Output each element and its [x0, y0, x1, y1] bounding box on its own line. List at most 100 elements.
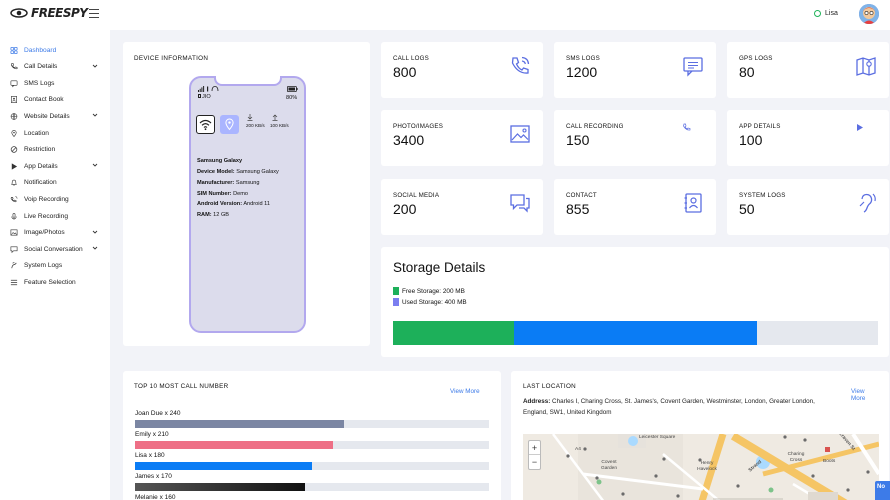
device-detail-value: Android 11	[243, 201, 270, 208]
stat-value: 3400	[393, 132, 425, 148]
stat-value: 80	[739, 64, 755, 80]
brand-logo[interactable]: FREESPY	[10, 6, 88, 20]
device-detail-value: Demo	[233, 190, 248, 197]
device-name: Samsung Galaxy	[197, 158, 243, 164]
user-status[interactable]: Lisa	[814, 10, 838, 17]
message-icon	[10, 79, 18, 88]
sidebar-item-live-recording[interactable]: Live Recording	[10, 209, 102, 223]
sidebar-item-notification[interactable]: Notification	[10, 176, 102, 190]
used-storage-legend: Used Storage: 400 MB	[393, 298, 467, 306]
stat-card-contact[interactable]: CONTACT 855	[554, 179, 716, 235]
stat-label: SMS LOGS	[566, 55, 600, 62]
list-icon	[10, 278, 18, 286]
sidebar-item-label: Voip Recording	[24, 195, 69, 203]
stat-card-call-recording[interactable]: CALL RECORDING 150	[554, 110, 716, 166]
call-number-label: Melanie x 160	[135, 494, 176, 500]
stat-card-sms-logs[interactable]: SMS LOGS 1200	[554, 42, 716, 98]
location-view-more-link[interactable]: View More	[851, 388, 871, 402]
call-count-bar	[135, 462, 312, 470]
sidebar-item-voip-recording[interactable]: Voip Recording	[10, 192, 102, 206]
device-detail-value: 12 GB	[213, 212, 230, 219]
stat-card-photo-images[interactable]: PHOTO/IMAGES 3400	[381, 110, 543, 166]
zoom-in-button[interactable]: +	[529, 441, 540, 455]
location-pin-icon	[225, 118, 234, 131]
contact-book-icon	[10, 96, 18, 104]
stat-card-social-media[interactable]: SOCIAL MEDIA 200	[381, 179, 543, 235]
device-detail-row: SIM Number: Demo	[197, 191, 248, 197]
map-label-leicester: Leicester Square	[639, 435, 676, 440]
location-toggle[interactable]	[220, 115, 239, 134]
zoom-out-button[interactable]: −	[529, 455, 540, 469]
call-count-bar-track	[135, 462, 489, 470]
last-location-card: LAST LOCATION View More Address: Charles…	[511, 371, 889, 500]
stat-value: 50	[739, 201, 755, 217]
stat-label: APP DETAILS	[739, 123, 781, 130]
stat-value: 200	[393, 201, 417, 217]
device-detail-value: Samsung	[235, 179, 260, 186]
device-detail-row: Android Version: Android 11	[197, 201, 270, 207]
used-storage-label: Used Storage: 400 MB	[402, 298, 467, 306]
sidebar-item-restriction[interactable]: Restriction	[10, 143, 102, 157]
battery-icon	[287, 86, 298, 92]
location-address: Address: Charles I, Charing Cross, St. J…	[523, 397, 833, 418]
location-pin-icon	[10, 129, 18, 137]
system-logs-icon	[10, 262, 18, 270]
call-number-label: Joan Due x 240	[135, 410, 181, 417]
carrier-label: JIO	[202, 94, 211, 100]
sidebar-item-app-details[interactable]: App Details	[10, 159, 102, 173]
sidebar-item-label: Website Details	[24, 112, 70, 120]
stat-label: GPS LOGS	[739, 55, 773, 62]
download-speed: 200 KB/s	[246, 123, 265, 128]
location-map[interactable]: Leicester Square Covent Garden Henry Hav…	[523, 434, 879, 500]
chevron-down-icon	[92, 162, 98, 168]
stat-label: SYSTEM LOGS	[739, 192, 786, 199]
chat-widget-button[interactable]: No	[875, 481, 890, 500]
stat-label: CALL LOGS	[393, 55, 429, 62]
top-bar: FREESPY Lisa	[0, 0, 890, 30]
stat-value: 800	[393, 64, 417, 80]
sidebar-item-label: Feature Selection	[24, 278, 76, 286]
sidebar-item-social-conversation[interactable]: Social Conversation	[10, 242, 102, 256]
phone-notch	[214, 76, 282, 86]
avatar[interactable]	[859, 4, 879, 24]
stat-card-app-details[interactable]: APP DETAILS 100	[727, 110, 889, 166]
map-label-a4: A4	[575, 447, 581, 452]
sidebar-item-system-logs[interactable]: System Logs	[10, 259, 102, 273]
social-chat-icon	[510, 194, 530, 213]
play-icon	[10, 162, 18, 170]
sidebar-item-location[interactable]: Location	[10, 126, 102, 140]
sidebar-item-label: Contact Book	[24, 96, 64, 104]
restriction-icon	[10, 146, 18, 154]
menu-toggle-icon[interactable]	[89, 9, 99, 18]
last-location-title: LAST LOCATION	[523, 383, 577, 390]
map-label-boots: Boots	[823, 459, 836, 464]
sidebar-item-sms-logs[interactable]: SMS Logs	[10, 76, 102, 90]
call-count-bar	[135, 420, 344, 428]
sidebar-item-label: Live Recording	[24, 212, 68, 220]
device-detail-key: Device Model:	[197, 169, 235, 175]
sidebar-item-call-details[interactable]: Call Details	[10, 60, 102, 74]
sidebar-item-label: App Details	[24, 162, 58, 170]
grid-icon	[10, 46, 18, 54]
stat-card-call-logs[interactable]: CALL LOGS 800	[381, 42, 543, 98]
stat-card-gps-logs[interactable]: GPS LOGS 80	[727, 42, 889, 98]
sidebar-item-image-photos[interactable]: Image/Photos	[10, 226, 102, 240]
sidebar-item-label: Location	[24, 129, 49, 137]
upload-icon	[272, 114, 278, 121]
sidebar-item-dashboard[interactable]: Dashboard	[10, 43, 102, 57]
stat-card-system-logs[interactable]: SYSTEM LOGS 50	[727, 179, 889, 235]
image-icon	[10, 229, 18, 237]
wifi-toggle[interactable]	[196, 115, 215, 134]
user-name: Lisa	[825, 10, 838, 17]
wifi-icon	[199, 119, 212, 131]
call-count-bar-track	[135, 483, 489, 491]
sidebar-item-contact-book[interactable]: Contact Book	[10, 93, 102, 107]
device-information-title: DEVICE INFORMATION	[134, 55, 209, 62]
device-detail-row: Device Model: Samsung Galaxy	[197, 169, 279, 175]
top-calls-view-more-link[interactable]: View More	[450, 388, 480, 395]
free-storage-swatch	[393, 287, 399, 295]
sidebar-item-website-details[interactable]: Website Details	[10, 109, 102, 123]
sidebar-item-feature-selection[interactable]: Feature Selection	[10, 275, 102, 289]
sidebar: Dashboard Call Details SMS Logs Contact Boo…	[0, 30, 110, 500]
device-detail-value: Samsung Galaxy	[236, 169, 279, 175]
